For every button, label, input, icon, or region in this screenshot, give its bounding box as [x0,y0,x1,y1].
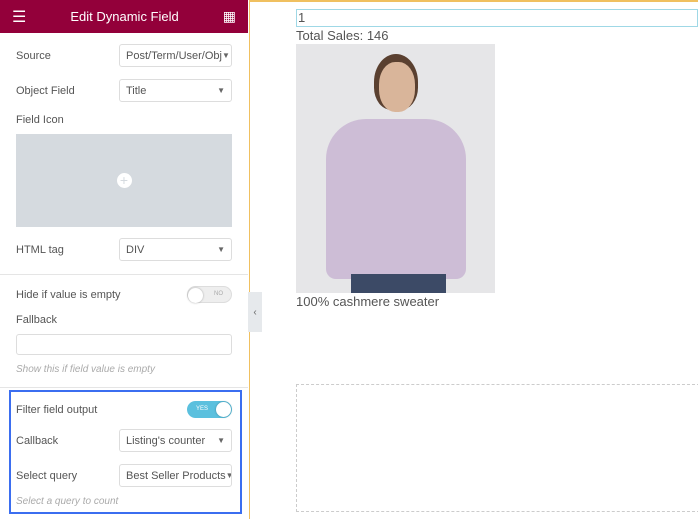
callback-label: Callback [16,434,59,447]
object-field-control: Object Field Title ▼ [16,79,232,102]
object-field-select[interactable]: Title ▼ [119,79,232,102]
query-select[interactable]: Best Seller Products▼ [119,464,232,487]
filter-output-toggle[interactable]: YES [187,401,232,418]
toggle-text: YES [196,406,209,412]
toggle-knob [188,288,203,303]
grid-apps-icon[interactable]: ▦ [223,8,236,25]
caret-down-icon: ▼ [226,471,231,480]
callback-value: Listing's counter [126,434,206,447]
collapse-panel-button[interactable]: ‹ [248,292,262,332]
total-sales-text: Total Sales: 146 [296,28,389,43]
fallback-label: Fallback [16,314,57,326]
person-face [379,62,415,112]
counter-field[interactable]: 1 [296,9,698,27]
divider [0,274,248,275]
query-hint: Select a query to count [16,496,119,507]
toggle-knob [216,402,231,417]
plus-circle-icon[interactable]: + [116,173,132,188]
product-title: 100% cashmere sweater [296,294,440,309]
filter-label: Filter field output [16,403,98,416]
fallback-hint: Show this if field value is empty [16,364,155,375]
panel-header: ☰ Edit Dynamic Field ▦ [0,0,248,33]
source-value: Post/Term/User/Obj [126,49,222,62]
empty-drop-area[interactable] [296,384,698,512]
source-label: Source [16,49,51,62]
divider [0,387,248,388]
caret-down-icon: ▼ [217,86,225,95]
filter-output-control: Filter field output YES [16,401,232,418]
source-select[interactable]: Post/Term/User/Obj ▼ [119,44,232,67]
html-tag-value: DIV [126,243,145,256]
person-sweater [326,119,466,279]
panel-title: Edit Dynamic Field [70,9,179,24]
icon-picker[interactable]: + [16,134,232,227]
query-value: Best Seller Products [126,469,226,482]
caret-down-icon: ▼ [217,436,225,445]
caret-down-icon: ▼ [221,51,230,60]
hide-empty-label: Hide if value is empty [16,288,121,301]
callback-control: Callback Listing's counter ▼ [16,429,232,452]
product-image [296,44,495,293]
caret-down-icon: ▼ [217,245,225,254]
html-tag-label: HTML tag [16,243,64,256]
fallback-input[interactable] [16,334,232,355]
callback-select[interactable]: Listing's counter ▼ [119,429,232,452]
hide-empty-control: Hide if value is empty NO [16,286,232,303]
hamburger-menu-icon[interactable]: ☰ [12,7,26,27]
source-control: Source Post/Term/User/Obj ▼ [16,44,232,67]
html-tag-control: HTML tag DIV ▼ [16,238,232,261]
toggle-text: NO [214,291,223,297]
person-jeans [351,274,446,293]
query-label: Select query [16,469,78,482]
object-field-value: Title [126,84,147,97]
query-control: Select query Best Seller Products▼ [16,464,232,487]
html-tag-select[interactable]: DIV ▼ [119,238,232,261]
field-icon-label: Field Icon [16,114,64,126]
preview-canvas: 1 Total Sales: 146 100% cashmere sweater [249,0,698,519]
object-field-label: Object Field [16,84,75,97]
hide-empty-toggle[interactable]: NO [187,286,232,303]
editor-panel: ☰ Edit Dynamic Field ▦ Source Post/Term/… [0,0,248,519]
